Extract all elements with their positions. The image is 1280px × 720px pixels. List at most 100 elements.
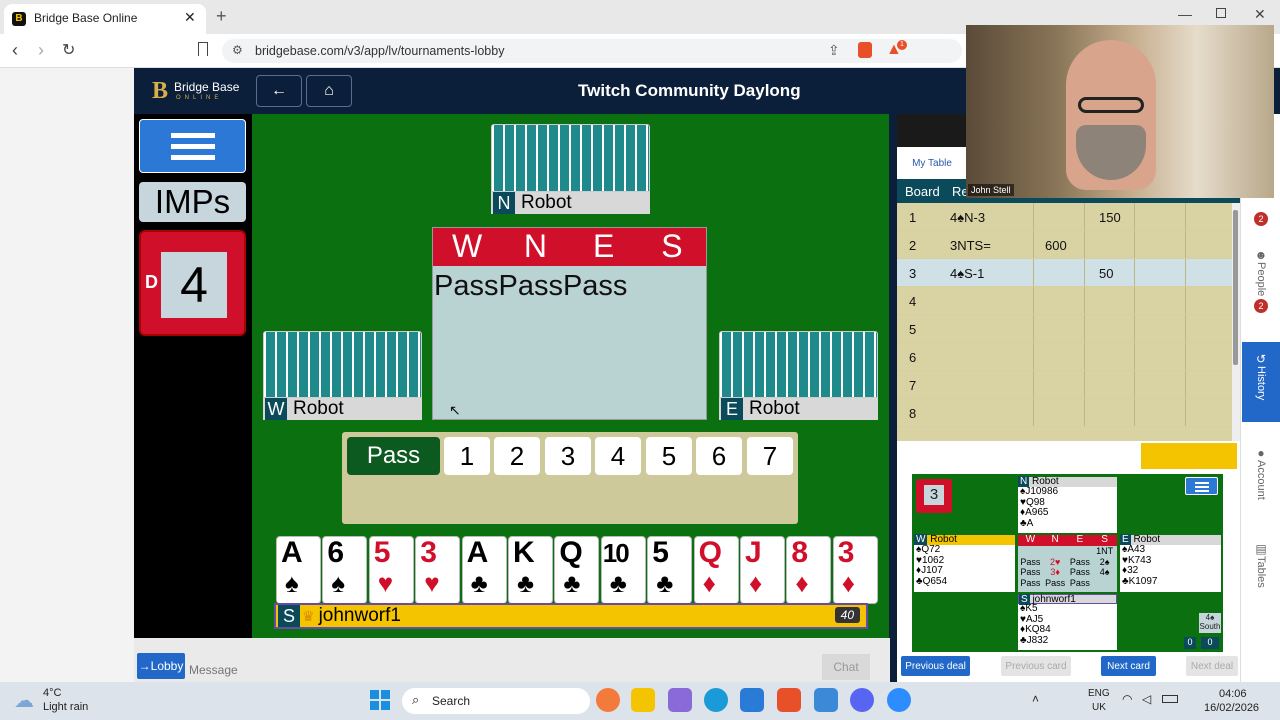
- new-tab-icon[interactable]: +: [216, 6, 227, 27]
- history-col-divider: [1185, 259, 1186, 286]
- replay-south-clubs: ♣J832: [1020, 634, 1049, 646]
- lang-line2[interactable]: UK: [1092, 702, 1106, 713]
- chat-button[interactable]: Chat: [822, 654, 870, 680]
- hand-card[interactable]: 3 ♥: [415, 536, 461, 604]
- chat-bar: →Lobby Chat: [134, 638, 890, 682]
- brave-shield-icon[interactable]: [858, 42, 872, 58]
- history-row[interactable]: 3 4♠S-1 50: [897, 259, 1232, 287]
- tables-tab[interactable]: ▤ Tables: [1242, 542, 1280, 591]
- edge-icon[interactable]: [704, 688, 728, 712]
- hand-card[interactable]: J ♦: [740, 536, 785, 604]
- lang-line1[interactable]: ENG: [1088, 688, 1110, 699]
- bid-level-6[interactable]: 6: [696, 437, 742, 475]
- hand-card[interactable]: 6 ♠: [322, 536, 368, 604]
- search-label: Search: [432, 694, 471, 708]
- history-col-divider: [1033, 203, 1034, 230]
- brave-icon[interactable]: [777, 688, 801, 712]
- hand-card[interactable]: 5 ♣: [647, 536, 693, 604]
- volume-icon[interactable]: ◁: [1142, 692, 1151, 706]
- previous-card-button[interactable]: Previous card: [1001, 656, 1071, 676]
- history-row[interactable]: 6: [897, 343, 1232, 371]
- site-info-icon[interactable]: ⚙: [232, 43, 243, 57]
- file-explorer-icon[interactable]: [631, 688, 655, 712]
- hand-card[interactable]: 5 ♥: [368, 536, 414, 604]
- home-button[interactable]: ⌂: [306, 75, 352, 107]
- bid-level-1[interactable]: 1: [444, 437, 490, 475]
- account-tab[interactable]: ● Account: [1242, 446, 1280, 503]
- next-card-button[interactable]: Next card: [1101, 656, 1156, 676]
- zoom-icon[interactable]: [887, 688, 911, 712]
- bookmark-icon[interactable]: [198, 42, 208, 56]
- hand-card[interactable]: Q ♦: [693, 536, 739, 604]
- board-indicator: D 4: [139, 230, 246, 336]
- previous-deal-button[interactable]: Previous deal: [901, 656, 970, 676]
- history-cell-board: 6: [909, 350, 917, 365]
- history-row[interactable]: 4: [897, 287, 1232, 315]
- history-row[interactable]: 5: [897, 315, 1232, 343]
- back-button[interactable]: ←: [256, 75, 302, 107]
- history-row[interactable]: 7: [897, 371, 1232, 399]
- copilot-app-icon[interactable]: [668, 688, 692, 712]
- discord-icon[interactable]: [850, 688, 874, 712]
- lobby-button[interactable]: →Lobby: [137, 653, 185, 679]
- hand-card[interactable]: A ♠: [276, 536, 321, 604]
- weather-icon[interactable]: ☁: [14, 688, 34, 713]
- reload-icon[interactable]: ↻: [62, 40, 75, 60]
- close-tab-icon[interactable]: ✕: [184, 9, 196, 26]
- history-col-divider: [1084, 231, 1085, 258]
- message-input[interactable]: [189, 660, 809, 680]
- pass-button[interactable]: Pass: [347, 437, 440, 475]
- bid-level-3[interactable]: 3: [545, 437, 591, 475]
- battery-icon[interactable]: [1162, 695, 1178, 703]
- replay-bid: 2♥: [1049, 556, 1061, 567]
- history-col-divider: [1134, 315, 1135, 342]
- clock-date[interactable]: 16/02/2026: [1204, 702, 1259, 714]
- history-row[interactable]: 8: [897, 399, 1232, 427]
- store-icon[interactable]: [740, 688, 764, 712]
- back-icon[interactable]: ‹: [12, 40, 18, 61]
- share-icon[interactable]: ⇪: [828, 42, 840, 59]
- history-col-divider: [1185, 371, 1186, 398]
- hand-card[interactable]: 3 ♦: [832, 536, 878, 604]
- taskbar-search[interactable]: ⌕ Search: [402, 688, 590, 714]
- left-panel: IMPs D 4: [134, 114, 252, 638]
- people-tab[interactable]: ☻ People 2: [1242, 248, 1280, 314]
- restore-icon[interactable]: [1216, 8, 1226, 18]
- history-scroll-thumb[interactable]: [1233, 210, 1238, 365]
- clock-time[interactable]: 04:06: [1219, 688, 1247, 700]
- notepad-icon[interactable]: [814, 688, 838, 712]
- browser-tab[interactable]: B Bridge Base Online ✕: [4, 4, 206, 34]
- history-row[interactable]: 1 4♠N-3 150: [897, 203, 1232, 231]
- history-tab-label: History: [1255, 366, 1267, 401]
- windows-start-icon[interactable]: [370, 690, 390, 710]
- tray-chevron-icon[interactable]: ˄: [1032, 692, 1039, 706]
- history-icon: ↺: [1255, 352, 1267, 366]
- close-window-icon[interactable]: ✕: [1254, 6, 1266, 23]
- replay-menu-button[interactable]: [1185, 477, 1218, 495]
- hand-card[interactable]: 8 ♦: [786, 536, 832, 604]
- bid-level-5[interactable]: 5: [646, 437, 692, 475]
- history-tab[interactable]: ↺ History: [1242, 342, 1280, 422]
- replay-auction-col: N: [1051, 534, 1059, 545]
- hand-card[interactable]: K ♣: [508, 536, 553, 604]
- card-rank: K: [513, 536, 535, 569]
- wifi-icon[interactable]: ◠: [1122, 692, 1132, 706]
- copilot-icon[interactable]: [596, 688, 620, 712]
- history-cell-result: 4♠N-3: [950, 210, 986, 225]
- bid-level-4[interactable]: 4: [595, 437, 641, 475]
- bid-level-2[interactable]: 2: [494, 437, 540, 475]
- url-field[interactable]: ⚙ bridgebase.com/v3/app/lv/tournaments-l…: [222, 39, 962, 63]
- bid-level-7[interactable]: 7: [747, 437, 793, 475]
- minimize-icon[interactable]: —: [1178, 6, 1192, 22]
- hand-card[interactable]: A ♣: [461, 536, 507, 604]
- hand-card[interactable]: Q ♣: [554, 536, 600, 604]
- history-cell-board: 3: [909, 266, 917, 281]
- menu-button[interactable]: [139, 119, 246, 173]
- forward-icon[interactable]: ›: [38, 40, 44, 61]
- my-table-tab[interactable]: My Table: [897, 150, 967, 176]
- replay-north-clubs: ♣A: [1020, 517, 1034, 529]
- history-row[interactable]: 2 3NTS= 600: [897, 231, 1232, 259]
- auction-col-e: E: [592, 228, 615, 264]
- hand-card[interactable]: 10 ♣: [600, 536, 646, 604]
- next-deal-button[interactable]: Next deal: [1186, 656, 1238, 676]
